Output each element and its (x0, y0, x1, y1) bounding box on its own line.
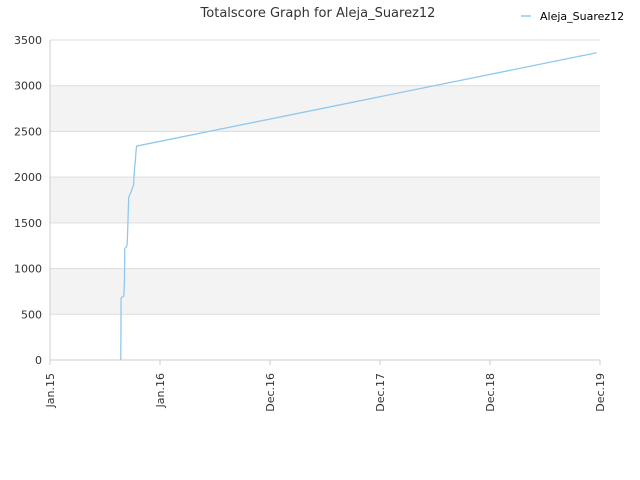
x-tick-label: Jan.16 (154, 373, 167, 408)
plot-band (50, 268, 600, 315)
x-tick-label: Dec.17 (374, 373, 387, 412)
y-tick-label: 3000 (14, 80, 42, 93)
y-tick-label: 3500 (14, 34, 42, 47)
y-tick-label: 500 (21, 308, 42, 321)
legend-label: Aleja_Suarez12 (540, 10, 624, 23)
y-tick-label: 2500 (14, 125, 42, 138)
y-tick-label: 2000 (14, 171, 42, 184)
y-tick-label: 0 (35, 354, 42, 367)
x-tick-label: Dec.16 (264, 373, 277, 412)
legend: Aleja_Suarez12 (521, 10, 624, 23)
x-tick-label: Dec.18 (484, 373, 497, 412)
y-tick-label: 1000 (14, 263, 42, 276)
chart-title: Totalscore Graph for Aleja_Suarez12 (200, 6, 436, 21)
x-tick-label: Jan.15 (44, 373, 57, 408)
plot-band (50, 177, 600, 223)
plot-bands (50, 85, 600, 315)
plot-band (50, 85, 600, 132)
y-tick-label: 1500 (14, 217, 42, 230)
x-tick-label: Dec.19 (594, 373, 607, 412)
y-axis-ticks: 0 500 1000 1500 2000 2500 3000 3500 (14, 34, 42, 367)
chart: Totalscore Graph for Aleja_Suarez12 Alej… (14, 6, 624, 412)
x-axis-ticks: Jan.15 Jan.16 Dec.16 Dec.17 Dec.18 Dec.19 (44, 360, 607, 412)
